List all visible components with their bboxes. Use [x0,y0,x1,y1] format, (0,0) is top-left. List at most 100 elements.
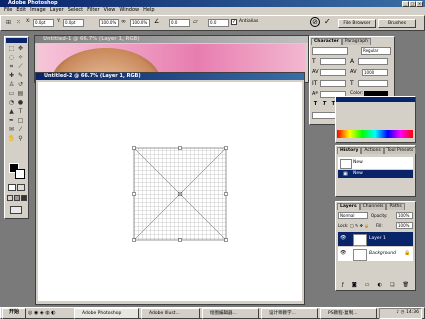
task-photoshop[interactable]: Adobe Photoshop [74,307,139,319]
blend-mode-select[interactable]: Normal [338,212,368,219]
menu-select[interactable]: Select [66,7,85,15]
close-button[interactable]: × [416,0,423,7]
eraser-tool-icon[interactable]: ▭ [7,89,16,98]
history-state-new[interactable]: ▣ New [338,170,413,178]
font-style-field[interactable]: Regular [361,47,391,55]
kerning-field[interactable] [320,69,346,76]
magic-wand-tool-icon[interactable]: ✧ [16,53,25,62]
tab-brushes[interactable]: Brushes [378,19,416,28]
dodge-tool-icon[interactable]: ● [16,98,25,107]
layer-style-icon[interactable]: ƒ [342,282,344,289]
gradient-tool-icon[interactable]: ▤ [16,89,25,98]
tab-file-browser[interactable]: File Browser [338,19,376,28]
tab-paths[interactable]: Paths [386,203,405,210]
commit-transform-icon[interactable]: ✓ [324,17,331,27]
history-brush-icon[interactable]: ↺ [16,80,25,89]
pen-tool-icon[interactable]: ✒ [7,116,16,125]
font-family-field[interactable] [312,47,348,55]
faux-italic-button[interactable]: T [323,101,326,109]
shape-tool-icon[interactable]: □ [16,116,25,125]
slice-tool-icon[interactable]: ⟋ [16,62,25,71]
task-ps-copy[interactable]: PS教程-复制... [320,307,377,319]
add-mask-icon[interactable]: ◙ [352,282,357,289]
screen-mode-1-icon[interactable] [7,195,13,201]
width-field[interactable]: 100.0% [99,19,119,27]
screen-mode-2-icon[interactable] [14,195,20,201]
menu-help[interactable]: Help [141,7,156,15]
leading-field[interactable] [358,58,388,65]
jump-to-imageready-icon[interactable] [10,206,22,214]
quick-launch-icons[interactable]: ◎ ◉ ◈ ◍ ◐ [28,309,72,318]
link-icon[interactable]: ∞ [121,18,126,25]
reference-point-icon[interactable]: ⁙ [16,19,21,26]
tab-paragraph[interactable]: Paragraph [341,38,371,45]
lock-icons[interactable]: □ ✎ ✥ 🔒 [350,223,369,228]
history-snapshot-row[interactable]: New [338,157,413,169]
task-editor[interactable]: 绘图编辑器... [202,307,259,319]
stamp-tool-icon[interactable]: ♙ [7,80,16,89]
layer-row-background[interactable]: 👁 Background 🔒 [338,247,413,261]
background-color-swatch[interactable] [15,169,25,179]
vertical-scale-field[interactable] [320,80,346,87]
document-front-title[interactable]: Untitled-2 @ 66.7% (Layer 1, RGB) [36,73,304,80]
adjustment-layer-icon[interactable]: ◐ [378,282,382,289]
lasso-tool-icon[interactable]: ◌ [7,53,16,62]
menu-edit[interactable]: Edit [14,7,28,15]
font-size-field[interactable] [320,58,346,65]
marquee-tool-icon[interactable]: ⬚ [7,44,16,53]
document-back-title[interactable]: Untitled-1 @ 66.7% (Layer 1, RGB) [35,36,308,43]
trash-icon[interactable]: 🗑 [403,282,409,289]
eyedropper-tool-icon[interactable]: ⁄ [16,125,25,134]
color-spectrum-bar[interactable] [337,130,413,138]
task-tutorial[interactable]: 设计师教学... [261,307,318,319]
standard-mode-icon[interactable] [8,184,16,191]
minimize-button[interactable]: _ [402,0,409,7]
y-position-field[interactable]: 0.0pt [63,19,84,27]
antialias-checkbox[interactable]: ✓ [231,19,237,25]
tab-channels[interactable]: Channels [359,203,387,210]
healing-tool-icon[interactable]: ✚ [7,71,16,80]
tab-tool-presets[interactable]: Tool Presets [383,147,417,154]
skew-h-field[interactable]: 0.0 [208,19,229,27]
menu-layer[interactable]: Layer [48,7,66,15]
tracking-field[interactable]: 1000 [362,69,388,76]
task-illustrator[interactable]: Adobe Illust... [141,307,200,319]
quickmask-mode-icon[interactable] [17,184,25,191]
faux-bold-button[interactable]: T [314,101,317,109]
maximize-button[interactable]: □ [409,0,416,7]
new-layer-icon[interactable]: ❏ [390,282,394,289]
start-button[interactable]: 开始 [2,307,26,319]
notes-tool-icon[interactable]: ✉ [7,125,16,134]
menu-view[interactable]: View [102,7,118,15]
zoom-tool-icon[interactable]: ⚲ [16,134,25,143]
horizontal-scale-field[interactable] [358,80,388,87]
document-window-front[interactable]: Untitled-2 @ 66.7% (Layer 1, RGB) [35,72,305,305]
new-set-icon[interactable]: ▭ [365,282,370,289]
crop-tool-icon[interactable]: ⌗ [7,62,16,71]
cancel-transform-icon[interactable]: ⊘ [310,17,320,27]
fill-field[interactable]: 100% [396,222,413,229]
menu-image[interactable]: Image [28,7,48,15]
path-select-icon[interactable]: ▲ [7,107,16,116]
tab-character[interactable]: Character [311,38,342,45]
layer-row-layer1[interactable]: 👁 Layer 1 [338,232,413,246]
menu-file[interactable]: File [2,7,14,15]
x-position-field[interactable]: 0.0pt [33,19,54,27]
eye-icon[interactable]: 👁 [340,235,346,241]
opacity-field[interactable]: 100% [396,212,413,219]
brush-tool-icon[interactable]: ✎ [16,71,25,80]
hand-tool-icon[interactable]: ✋ [7,134,16,143]
blur-tool-icon[interactable]: ◔ [7,98,16,107]
tab-layers[interactable]: Layers [337,203,360,210]
menu-filter[interactable]: Filter [85,7,101,15]
menu-window[interactable]: Window [117,7,141,15]
height-field[interactable]: 100.0% [130,19,150,27]
tray-icons[interactable]: ♪ ◷ [396,310,406,315]
tab-actions[interactable]: Actions [361,147,384,154]
screen-mode-3-icon[interactable] [21,195,27,201]
tab-history[interactable]: History [337,147,362,154]
eye-icon[interactable]: 👁 [340,250,346,256]
move-tool-icon[interactable]: ✥ [16,44,25,53]
rotate-field[interactable]: 0.0 [169,19,190,27]
type-tool-icon[interactable]: T [16,107,25,116]
